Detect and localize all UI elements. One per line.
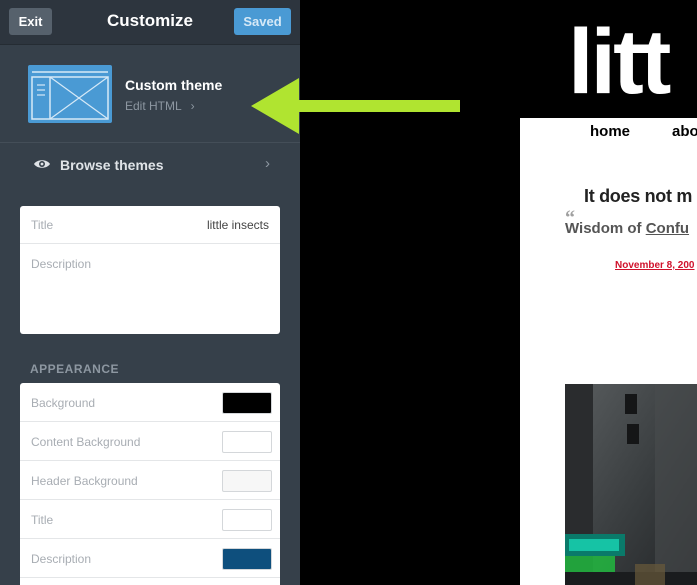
title-value: little insects (206, 218, 269, 232)
header-background-color-swatch[interactable] (222, 470, 272, 492)
nav-about-link[interactable]: abo (672, 123, 697, 140)
edit-html-link[interactable]: Edit HTML › (125, 99, 195, 113)
blog-title: litt (568, 11, 671, 113)
exit-button[interactable]: Exit (9, 8, 52, 35)
blog-info-card: Title little insects Description (20, 206, 280, 334)
theme-thumbnail-icon (28, 65, 112, 123)
theme-name: Custom theme (125, 77, 223, 93)
browse-themes-row[interactable]: Browse themes › (20, 144, 280, 186)
description-field[interactable]: Description (20, 245, 280, 334)
appearance-row-label: Title (31, 513, 54, 527)
description-color-swatch[interactable] (222, 548, 272, 570)
description-label: Description (31, 257, 92, 271)
appearance-row: Header Background (20, 461, 280, 500)
title-color-swatch[interactable] (222, 509, 272, 531)
appearance-card: Background Content Background Header Bac… (20, 383, 280, 585)
browse-themes-label: Browse themes (60, 157, 164, 173)
appearance-row: Description (20, 539, 280, 578)
appearance-section-title: APPEARANCE (30, 362, 120, 376)
quote-source-prefix: Wisdom of (565, 220, 646, 237)
saved-button[interactable]: Saved (234, 8, 291, 35)
arrow-pointer-icon (251, 78, 460, 134)
appearance-row-label: Background (31, 396, 96, 410)
sidebar-header: Exit Customize Saved (0, 0, 300, 45)
quote-source-link[interactable]: Confu (646, 220, 689, 237)
chevron-right-icon: › (190, 99, 195, 113)
content-area: home abo It does not m “ Wisdom of Confu… (520, 118, 697, 585)
content-background-color-swatch[interactable] (222, 431, 272, 453)
appearance-row-label: Header Background (31, 474, 138, 488)
appearance-row-label: Description (31, 552, 92, 566)
quote-source: Wisdom of Confu (565, 220, 689, 237)
quote-text: It does not m (584, 186, 693, 206)
title-field[interactable]: Title little insects (20, 206, 280, 244)
appearance-row-label: Content Background (31, 435, 141, 449)
appearance-row: Content Background (20, 422, 280, 461)
title-label: Title (31, 218, 54, 232)
sidebar-title: Customize (107, 11, 193, 30)
appearance-row: Title (20, 500, 280, 539)
edit-html-label: Edit HTML (125, 99, 182, 113)
post-date-link[interactable]: November 8, 200 (615, 260, 695, 271)
chevron-right-icon: › (265, 155, 270, 172)
background-color-swatch[interactable] (222, 392, 272, 414)
appearance-row: Background (20, 383, 280, 422)
eye-icon (34, 160, 50, 168)
post-photo (565, 384, 697, 585)
nav-home-link[interactable]: home (590, 123, 630, 140)
